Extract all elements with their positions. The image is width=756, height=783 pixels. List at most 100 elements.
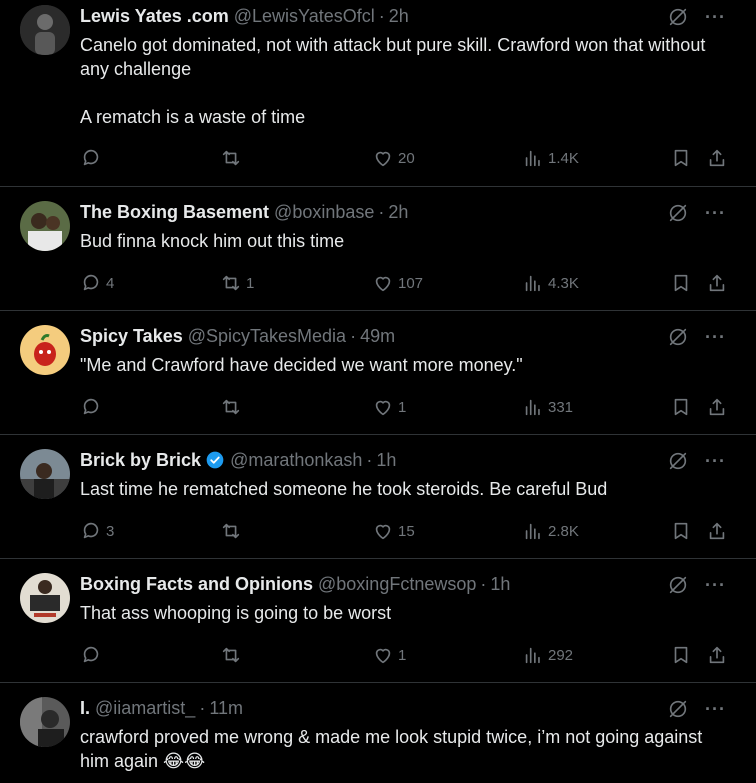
reply-icon [83,149,99,166]
repost-button[interactable] [220,147,246,169]
author-name[interactable]: Boxing Facts and Opinions [80,574,313,595]
tweet[interactable]: Spicy Takes @SpicyTakesMedia · 49m ··· "… [0,311,756,435]
author-handle[interactable]: @LewisYatesOfcl [234,6,375,27]
views-button[interactable]: 2.8K [522,520,579,542]
author-name[interactable]: The Boxing Basement [80,202,269,223]
share-button[interactable] [706,396,728,418]
like-button[interactable]: 20 [372,147,415,169]
like-button[interactable]: 107 [372,272,423,294]
like-count: 1 [398,398,407,416]
author-name[interactable]: I. [80,698,90,719]
avatar[interactable] [20,697,70,747]
bookmark-button[interactable] [670,147,692,169]
like-count: 1 [398,646,407,664]
tweet[interactable]: I. @iiamartist_ · 11m ··· crawford prove… [0,683,756,783]
reply-button[interactable] [80,396,106,418]
reply-icon [83,398,99,415]
separator-dot: · [378,5,385,26]
verified-badge-icon[interactable] [205,450,225,470]
tweet[interactable]: Lewis Yates .com @LewisYatesOfcl · 2h ··… [0,0,756,187]
heart-icon [375,151,391,167]
bookmark-button[interactable] [670,396,692,418]
tweet-header: The Boxing Basement @boxinbase · 2h [80,200,408,224]
like-count: 20 [398,149,415,167]
timestamp[interactable]: 2h [389,6,409,27]
repost-button[interactable] [220,396,246,418]
grok-icon[interactable] [667,326,689,348]
grok-icon[interactable] [667,6,689,28]
views-button[interactable]: 292 [522,644,573,666]
separator-dot: · [199,697,206,718]
separator-dot: · [350,325,357,346]
repost-icon [222,647,240,663]
repost-icon [222,399,240,415]
bookmark-button[interactable] [670,520,692,542]
repost-button[interactable] [220,644,246,666]
heart-icon [375,648,391,664]
author-handle[interactable]: @boxingFctnewsop [318,574,476,595]
tweet-feed: Lewis Yates .com @LewisYatesOfcl · 2h ··… [0,0,756,783]
reply-button[interactable]: 4 [80,272,114,294]
views-button[interactable]: 4.3K [522,272,579,294]
author-handle[interactable]: @iiamartist_ [95,698,195,719]
avatar[interactable] [20,325,70,375]
more-options-icon[interactable]: ··· [705,8,726,26]
views-button[interactable]: 1.4K [522,147,579,169]
share-button[interactable] [706,520,728,542]
like-count: 107 [398,274,424,292]
share-button[interactable] [706,272,728,294]
views-button[interactable]: 331 [522,396,573,418]
timestamp[interactable]: 1h [490,574,510,595]
avatar[interactable] [20,449,70,499]
author-handle[interactable]: @marathonkash [230,450,362,471]
separator-dot: · [378,201,385,222]
reply-icon [83,522,99,539]
separator-dot: · [366,449,373,470]
repost-icon [222,150,240,166]
more-options-icon[interactable]: ··· [705,576,726,594]
author-handle[interactable]: @SpicyTakesMedia [188,326,346,347]
more-options-icon[interactable]: ··· [705,700,726,718]
like-button[interactable]: 15 [372,520,415,542]
timestamp[interactable]: 2h [388,202,408,223]
tweet-text: That ass whooping is going to be worst [80,603,392,623]
reply-icon [83,646,99,663]
share-button[interactable] [706,644,728,666]
grok-icon[interactable] [667,574,689,596]
reply-button[interactable] [80,147,106,169]
view-count: 4.3K [548,274,579,292]
avatar[interactable] [20,573,70,623]
grok-icon[interactable] [667,698,689,720]
tweet[interactable]: The Boxing Basement @boxinbase · 2h ··· … [0,187,756,311]
timestamp[interactable]: 49m [360,326,395,347]
share-button[interactable] [706,147,728,169]
bookmark-button[interactable] [670,644,692,666]
timestamp[interactable]: 1h [376,450,396,471]
author-name[interactable]: Brick by Brick [80,450,201,471]
tweet[interactable]: Boxing Facts and Opinions @boxingFctnews… [0,559,756,683]
bookmark-icon [674,274,688,292]
tweet-actions: 3 15 2.8K [80,519,728,543]
tweet[interactable]: Brick by Brick @marathonkash · 1h ··· La… [0,435,756,559]
grok-icon[interactable] [667,450,689,472]
bookmark-button[interactable] [670,272,692,294]
reply-count: 3 [106,522,115,540]
views-icon [525,150,540,167]
author-name[interactable]: Spicy Takes [80,326,183,347]
more-options-icon[interactable]: ··· [705,452,726,470]
author-handle[interactable]: @boxinbase [274,202,374,223]
grok-icon[interactable] [667,202,689,224]
like-button[interactable]: 1 [372,644,406,666]
avatar[interactable] [20,201,70,251]
repost-button[interactable]: 1 [220,272,254,294]
like-button[interactable]: 1 [372,396,406,418]
repost-button[interactable] [220,520,246,542]
avatar[interactable] [20,5,70,55]
more-options-icon[interactable]: ··· [705,328,726,346]
bookmark-icon [674,522,688,540]
author-name[interactable]: Lewis Yates .com [80,6,229,27]
timestamp[interactable]: 11m [209,698,243,719]
more-options-icon[interactable]: ··· [705,204,726,222]
reply-button[interactable] [80,644,106,666]
reply-button[interactable]: 3 [80,520,114,542]
